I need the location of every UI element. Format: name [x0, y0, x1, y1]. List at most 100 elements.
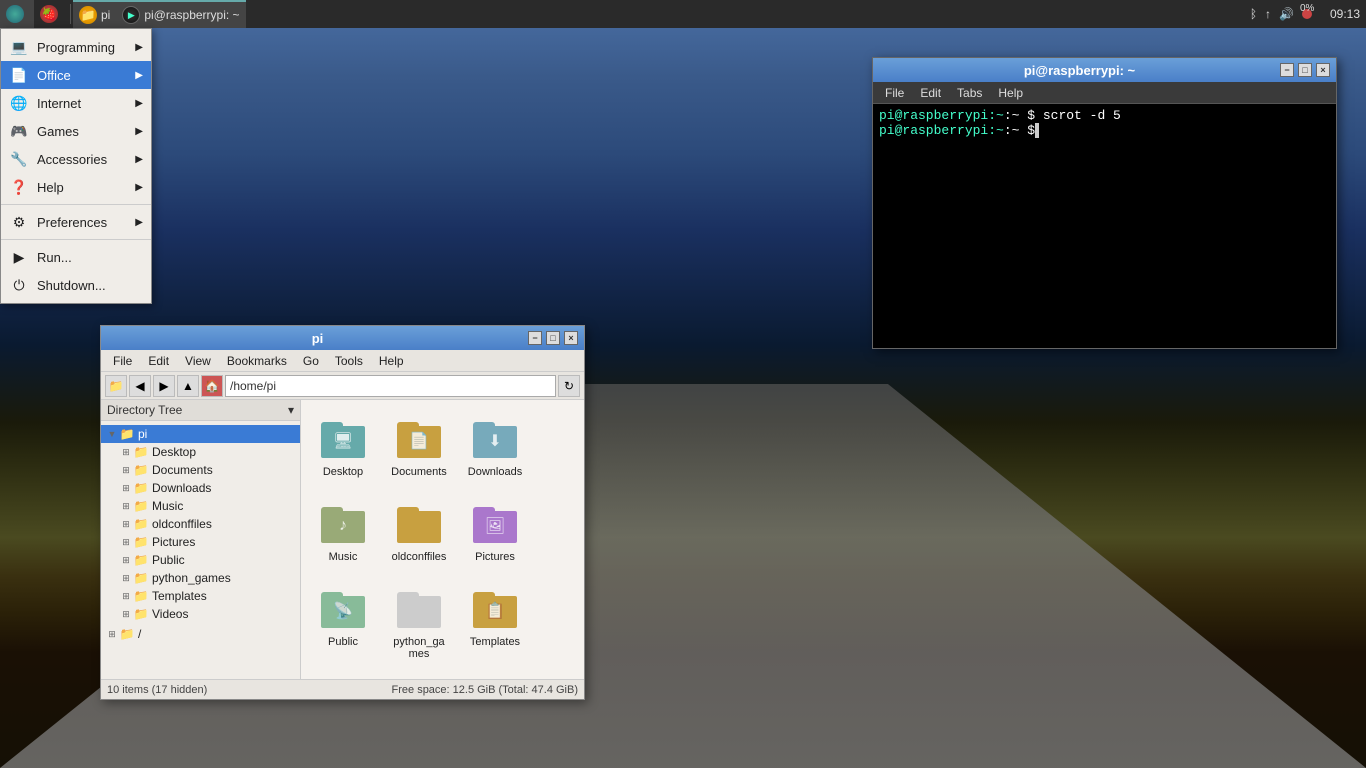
- pictures-overlay-icon: 🖼: [485, 516, 505, 536]
- new-folder-button[interactable]: 📁: [105, 375, 127, 397]
- clock: 09:13: [1330, 7, 1360, 21]
- back-button[interactable]: ◀: [129, 375, 151, 397]
- up-button[interactable]: ▲: [177, 375, 199, 397]
- close-button[interactable]: ×: [564, 331, 578, 345]
- file-item-desktop[interactable]: 🖥 Desktop: [309, 408, 377, 485]
- expand-docs-icon[interactable]: ⊞: [119, 463, 133, 477]
- refresh-button[interactable]: ↻: [558, 375, 580, 397]
- terminal-close-button[interactable]: ×: [1316, 63, 1330, 77]
- tree-item-pictures[interactable]: ⊞ 📁 Pictures: [101, 533, 300, 551]
- file-item-downloads[interactable]: ⬇ Downloads: [461, 408, 529, 485]
- file-item-pictures[interactable]: 🖼 Pictures: [461, 493, 529, 570]
- tree-item-pi[interactable]: ▼ 📁 pi: [101, 425, 300, 443]
- menu-item-games-label: Games: [37, 124, 79, 139]
- minimize-button[interactable]: −: [528, 331, 542, 345]
- expand-python-icon[interactable]: ⊞: [119, 571, 133, 585]
- tree-item-public[interactable]: ⊞ 📁 Public: [101, 551, 300, 569]
- menu-edit[interactable]: Edit: [140, 352, 177, 370]
- tree-item-templates[interactable]: ⊞ 📁 Templates: [101, 587, 300, 605]
- file-manager-titlebar[interactable]: pi − □ ×: [101, 326, 584, 350]
- file-item-documents[interactable]: 📄 Documents: [385, 408, 453, 485]
- expand-videos-icon[interactable]: ⊞: [119, 607, 133, 621]
- file-item-public[interactable]: 📡 Public: [309, 578, 377, 667]
- taskbar-terminal[interactable]: ▶ pi@raspberrypi: ~: [116, 0, 245, 28]
- menu-item-internet[interactable]: 🌐 Internet ▶: [1, 89, 151, 117]
- menu-item-games[interactable]: 🎮 Games ▶: [1, 117, 151, 145]
- menu-file[interactable]: File: [105, 352, 140, 370]
- taskbar-folder[interactable]: 📁 pi: [73, 0, 116, 28]
- run-icon: ▶: [9, 247, 29, 267]
- terminal-menubar: File Edit Tabs Help: [873, 82, 1336, 104]
- window-buttons: − □ ×: [528, 331, 578, 345]
- expand-public-icon[interactable]: ⊞: [119, 553, 133, 567]
- file-item-python-games[interactable]: python_games: [385, 578, 453, 667]
- tree-item-python-games[interactable]: ⊞ 📁 python_games: [101, 569, 300, 587]
- menu-help[interactable]: Help: [371, 352, 412, 370]
- taskbar-raspberry[interactable]: 🍓: [34, 0, 68, 28]
- taskbar-sep1: [70, 4, 71, 24]
- downloads-label: Downloads: [468, 466, 522, 478]
- file-manager-content: Directory Tree ▾ ▼ 📁 pi ⊞ 📁 Desktop ⊞: [101, 400, 584, 679]
- path-bar[interactable]: /home/pi: [225, 375, 556, 397]
- terminal-titlebar[interactable]: pi@raspberrypi: ~ − □ ×: [873, 58, 1336, 82]
- tree-item-oldconffiles[interactable]: ⊞ 📁 oldconffiles: [101, 515, 300, 533]
- menu-go[interactable]: Go: [295, 352, 327, 370]
- expand-downloads-icon[interactable]: ⊞: [119, 481, 133, 495]
- terminal-menu-file[interactable]: File: [877, 84, 912, 102]
- public-folder-icon: 📡: [319, 585, 367, 633]
- menu-item-help[interactable]: ❓ Help ▶: [1, 173, 151, 201]
- menu-bookmarks[interactable]: Bookmarks: [219, 352, 295, 370]
- menu-item-preferences[interactable]: ⚙ Preferences ▶: [1, 208, 151, 236]
- public-label: Public: [328, 636, 358, 648]
- menu-view[interactable]: View: [177, 352, 219, 370]
- menu-item-shutdown[interactable]: ⏻ Shutdown...: [1, 271, 151, 299]
- internet-icon: 🌐: [9, 93, 29, 113]
- terminal-minimize-button[interactable]: −: [1280, 63, 1294, 77]
- taskbar-right: ᛒ ↑ 🔊 0% 09:13: [1250, 7, 1366, 21]
- tree-item-music[interactable]: ⊞ 📁 Music: [101, 497, 300, 515]
- maximize-button[interactable]: □: [546, 331, 560, 345]
- music-folder-icon: ♪: [319, 500, 367, 548]
- terminal-menu-help[interactable]: Help: [990, 84, 1031, 102]
- tree-item-desktop[interactable]: ⊞ 📁 Desktop: [101, 443, 300, 461]
- expand-templates-icon[interactable]: ⊞: [119, 589, 133, 603]
- office-icon: 📄: [9, 65, 29, 85]
- terminal-content[interactable]: pi@raspberrypi:~:~ $ scrot -d 5 pi@raspb…: [873, 104, 1336, 348]
- templates-label: Templates: [470, 636, 520, 648]
- expand-pictures-icon[interactable]: ⊞: [119, 535, 133, 549]
- menu-item-preferences-label: Preferences: [37, 215, 107, 230]
- taskbar-globe[interactable]: [0, 0, 34, 28]
- file-item-oldconffiles[interactable]: oldconffiles: [385, 493, 453, 570]
- terminal-cursor-prompt: pi@raspberrypi:~: [879, 123, 1004, 138]
- terminal-menu-tabs[interactable]: Tabs: [949, 84, 990, 102]
- terminal-maximize-button[interactable]: □: [1298, 63, 1312, 77]
- file-item-music[interactable]: ♪ Music: [309, 493, 377, 570]
- expand-desktop-icon[interactable]: ⊞: [119, 445, 133, 459]
- file-item-templates[interactable]: 📋 Templates: [461, 578, 529, 667]
- menu-item-programming[interactable]: 💻 Programming ▶: [1, 33, 151, 61]
- tree-item-root[interactable]: ⊞ 📁 /: [101, 625, 300, 643]
- tree-item-documents[interactable]: ⊞ 📁 Documents: [101, 461, 300, 479]
- volume-icon[interactable]: 🔊: [1279, 7, 1294, 21]
- menu-item-run[interactable]: ▶ Run...: [1, 243, 151, 271]
- expand-old-icon[interactable]: ⊞: [119, 517, 133, 531]
- tree-item-videos[interactable]: ⊞ 📁 Videos: [101, 605, 300, 623]
- expand-pi-icon[interactable]: ▼: [105, 427, 119, 441]
- expand-root-icon[interactable]: ⊞: [105, 627, 119, 641]
- menu-tools[interactable]: Tools: [327, 352, 371, 370]
- tree-item-downloads[interactable]: ⊞ 📁 Downloads: [101, 479, 300, 497]
- menu-item-office[interactable]: 📄 Office ▶: [1, 61, 151, 89]
- forward-button[interactable]: ▶: [153, 375, 175, 397]
- bluetooth-icon[interactable]: ᛒ: [1250, 7, 1257, 21]
- expand-music-icon[interactable]: ⊞: [119, 499, 133, 513]
- tree-label-templates: Templates: [152, 589, 207, 603]
- tree-label-old: oldconffiles: [152, 517, 212, 531]
- terminal-menu-edit[interactable]: Edit: [912, 84, 949, 102]
- folder-docs-icon: 📁: [133, 463, 149, 477]
- terminal-cmd-text: $ scrot -d 5: [1027, 108, 1121, 123]
- home-button[interactable]: 🏠: [201, 375, 223, 397]
- tree-label-downloads: Downloads: [152, 481, 211, 495]
- file-manager-statusbar: 10 items (17 hidden) Free space: 12.5 Gi…: [101, 679, 584, 699]
- menu-item-accessories[interactable]: 🔧 Accessories ▶: [1, 145, 151, 173]
- panel-toggle-icon[interactable]: ▾: [288, 403, 294, 417]
